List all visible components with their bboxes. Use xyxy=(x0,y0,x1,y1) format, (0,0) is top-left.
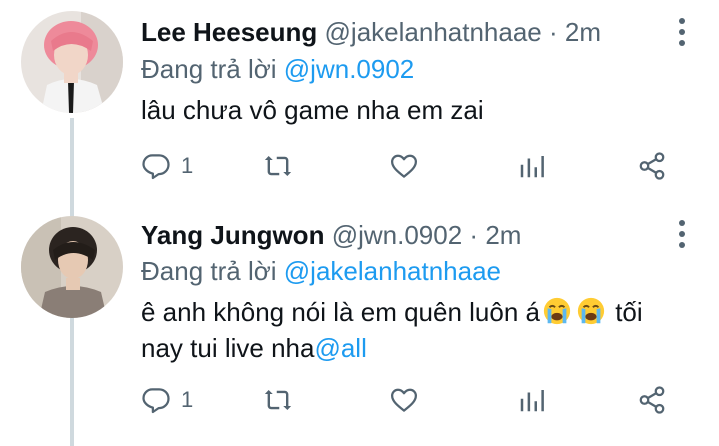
replying-to-mention[interactable]: @jakelanhatnhaae xyxy=(284,256,501,286)
share-button[interactable] xyxy=(637,380,667,420)
timestamp[interactable]: 2m xyxy=(485,220,521,250)
analytics-icon xyxy=(520,390,544,412)
tweet-text-part: ê anh không nói là em quên luôn á xyxy=(141,297,540,327)
reply-count: 1 xyxy=(181,387,194,412)
reply-thread: Lee Heeseung @jakelanhatnhaae · 2m Đang … xyxy=(0,0,719,446)
share-icon xyxy=(639,386,665,414)
retweet-icon xyxy=(264,390,292,410)
reply-icon xyxy=(142,388,170,414)
display-name[interactable]: Yang Jungwon xyxy=(141,220,324,250)
replying-to: Đang trả lời @jakelanhatnhaae xyxy=(141,254,501,288)
separator-dot: · xyxy=(469,220,479,250)
views-button[interactable] xyxy=(517,380,547,420)
tweet[interactable]: Yang Jungwon @jwn.0902 · 2m Đang trả lời… xyxy=(0,0,719,446)
avatar-photo-icon xyxy=(21,216,123,318)
tweet-actions: 1 xyxy=(141,380,689,420)
replying-prefix: Đang trả lời xyxy=(141,256,284,286)
heart-icon xyxy=(391,388,417,412)
like-button[interactable] xyxy=(389,380,429,420)
more-options-icon[interactable] xyxy=(675,220,689,248)
retweet-button[interactable] xyxy=(263,380,303,420)
tweet-header: Yang Jungwon @jwn.0902 · 2m xyxy=(141,218,659,252)
loudly-crying-face-emoji-icon xyxy=(577,297,605,325)
reply-button[interactable]: 1 xyxy=(141,380,193,420)
loudly-crying-face-emoji-icon xyxy=(543,297,571,325)
avatar[interactable] xyxy=(21,216,123,318)
user-handle[interactable]: @jwn.0902 xyxy=(332,220,462,250)
mention-link[interactable]: @all xyxy=(314,333,366,363)
tweet-text: ê anh không nói là em quên luôn á tối na… xyxy=(141,294,689,366)
